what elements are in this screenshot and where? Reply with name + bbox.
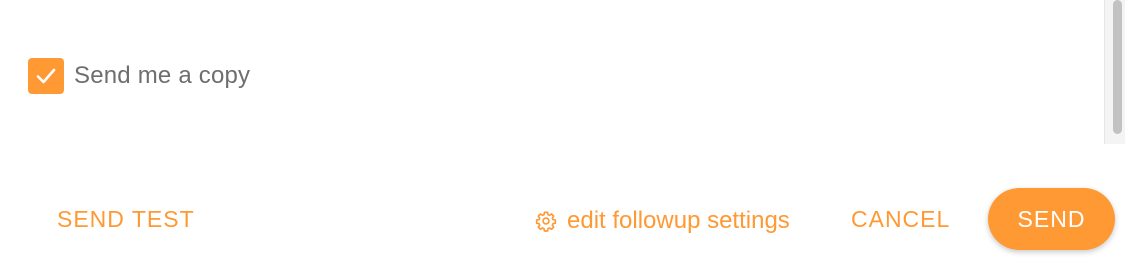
cancel-button[interactable]: CANCEL — [851, 208, 950, 231]
send-copy-option[interactable]: Send me a copy — [28, 58, 250, 94]
scrollbar-thumb[interactable] — [1113, 0, 1122, 134]
send-copy-label: Send me a copy — [74, 62, 251, 89]
send-copy-checkbox[interactable] — [28, 58, 64, 94]
send-button-label: SEND — [1017, 205, 1086, 232]
checkmark-icon — [36, 68, 56, 84]
edit-followup-settings-link[interactable]: edit followup settings — [534, 209, 790, 233]
gear-icon — [534, 209, 558, 233]
edit-followup-settings-label: edit followup settings — [567, 207, 790, 234]
send-test-button[interactable]: SEND TEST — [57, 208, 195, 231]
send-button[interactable]: SEND — [988, 188, 1115, 250]
